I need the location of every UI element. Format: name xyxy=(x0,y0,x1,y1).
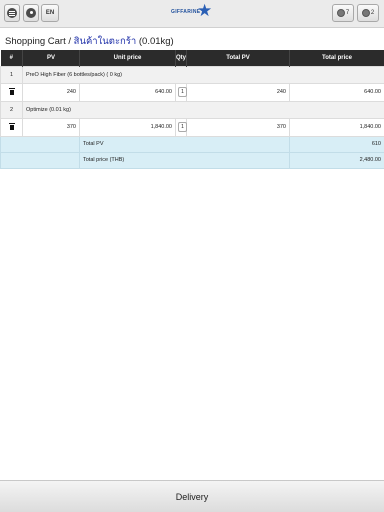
column-header: # xyxy=(0,50,23,66)
delivery-button[interactable]: Delivery xyxy=(0,480,384,512)
item-name: Optimize (0.01 kg) xyxy=(22,100,384,119)
summary-label: Total PV xyxy=(79,135,290,153)
column-header: Total price xyxy=(289,50,384,66)
cart-count: 2 xyxy=(370,10,375,16)
badge-icon xyxy=(361,9,370,17)
trash-icon xyxy=(8,87,15,95)
table-header-row: # PV Unit price Qty Total PV Total price xyxy=(0,50,384,66)
item-index: 1 xyxy=(0,65,23,84)
language-button[interactable]: EN xyxy=(41,4,59,22)
quantity-input[interactable]: 1 xyxy=(178,122,187,132)
top-bar: EN GIFFARINE ★ 7 2 xyxy=(0,0,384,28)
item-unit-price: 640.00 xyxy=(79,82,176,102)
user-button[interactable] xyxy=(23,4,39,22)
notification-count: 7 xyxy=(345,10,350,16)
star-icon: ★ xyxy=(197,1,213,20)
column-header: PV xyxy=(22,50,80,66)
column-header: Qty xyxy=(175,50,187,66)
page-title: Shopping Cart / สินค้าในตะกร้า (0.01kg) xyxy=(5,34,174,49)
item-name-row: 1 PreO High Fiber (6 bottles/pack) ( 0 k… xyxy=(0,65,384,84)
column-header: Total PV xyxy=(186,50,290,66)
cart-count-button[interactable]: 2 xyxy=(357,4,379,22)
item-qty-cell: 1 xyxy=(175,82,187,102)
logo: GIFFARINE ★ xyxy=(171,1,215,25)
quantity-input[interactable]: 1 xyxy=(178,87,187,97)
summary-label: Total price (THB) xyxy=(79,151,290,169)
title-weight: (0.01kg) xyxy=(136,36,174,47)
notification-button[interactable]: 7 xyxy=(332,4,354,22)
column-header: Unit price xyxy=(79,50,176,66)
summary-value: 2,480.00 xyxy=(289,151,384,169)
item-total-price: 1,840.00 xyxy=(289,117,384,137)
item-qty-cell: 1 xyxy=(175,117,187,137)
summary-spacer xyxy=(0,151,80,169)
summary-spacer xyxy=(0,135,80,153)
item-row: 370 1,840.00 1 370 1,840.00 xyxy=(0,117,384,137)
item-name-row: 2 Optimize (0.01 kg) xyxy=(0,100,384,119)
menu-button[interactable] xyxy=(4,4,20,22)
user-icon xyxy=(26,8,36,18)
item-unit-price: 1,840.00 xyxy=(79,117,176,137)
summary-row: Total price (THB) 2,480.00 xyxy=(0,151,384,169)
item-name: PreO High Fiber (6 bottles/pack) ( 0 kg) xyxy=(22,65,384,84)
cart-table: # PV Unit price Qty Total PV Total price… xyxy=(0,50,384,169)
summary-value: 610 xyxy=(289,135,384,153)
title-thai: สินค้าในตะกร้า xyxy=(73,36,137,47)
badge-icon xyxy=(336,9,345,17)
item-pv: 370 xyxy=(22,117,80,137)
item-total-price: 640.00 xyxy=(289,82,384,102)
logo-text: GIFFARINE xyxy=(171,9,201,15)
item-row: 240 640.00 1 240 640.00 xyxy=(0,82,384,102)
item-total-pv: 240 xyxy=(186,82,290,102)
summary-row: Total PV 610 xyxy=(0,135,384,153)
trash-icon xyxy=(8,122,15,130)
menu-icon xyxy=(7,8,17,18)
delete-button[interactable] xyxy=(0,117,23,137)
item-pv: 240 xyxy=(22,82,80,102)
item-total-pv: 370 xyxy=(186,117,290,137)
item-index: 2 xyxy=(0,100,23,119)
delete-button[interactable] xyxy=(0,82,23,102)
title-main: Shopping Cart / xyxy=(5,36,74,47)
